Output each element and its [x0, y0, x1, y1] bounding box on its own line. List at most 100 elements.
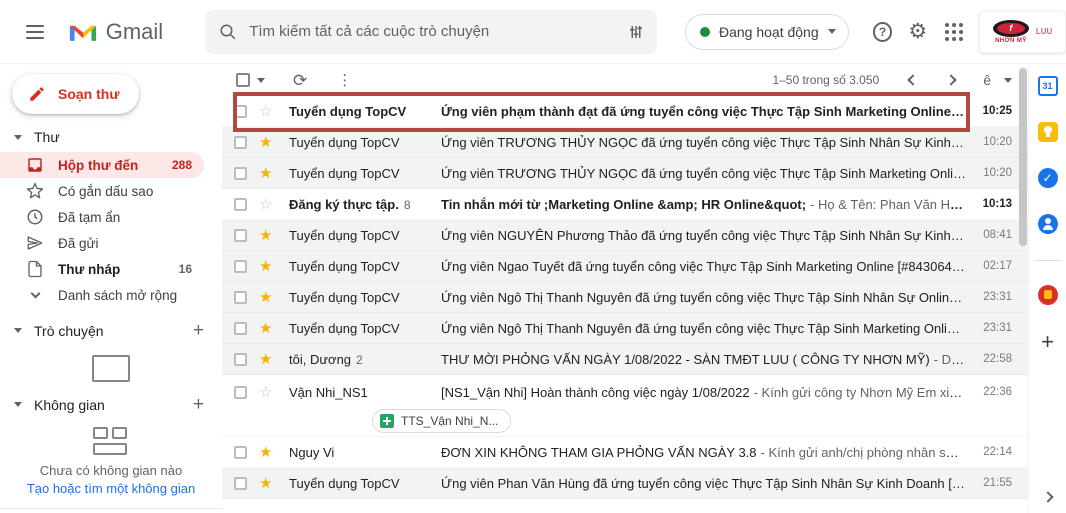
row-checkbox[interactable] [234, 104, 247, 118]
row-checkbox[interactable] [234, 135, 247, 149]
email-row[interactable]: ★ Tuyển dụng TopCV Ứng viên Ngô Thị Than… [222, 282, 1028, 313]
star-icon[interactable]: ★ [259, 290, 277, 305]
email-sender: Tuyển dụng TopCV [289, 475, 400, 491]
email-row[interactable]: ★ Tuyển dụng TopCV Ứng viên TRƯƠNG THỦY … [222, 158, 1028, 189]
sidebar-section-spaces[interactable]: Không gian + [0, 382, 222, 421]
email-row[interactable]: ★ Nguy Vi ĐƠN XIN KHÔNG THAM GIA PHỎNG V… [222, 437, 1028, 468]
older-page-icon[interactable] [945, 74, 957, 86]
sidebar-item-label: Danh sách mở rộng [58, 287, 178, 303]
select-dropdown-caret-icon[interactable] [257, 77, 265, 83]
sidebar-section-chat[interactable]: Trò chuyện + [0, 308, 222, 347]
email-row[interactable]: ★ Tuyển dụng TopCV Ứng viên NGUYÊN Phươn… [222, 220, 1028, 251]
google-apps-grid-icon[interactable] [945, 22, 964, 41]
select-all-checkbox[interactable] [236, 73, 250, 87]
collapse-panel-chevron-icon[interactable] [1041, 491, 1054, 503]
row-checkbox[interactable] [234, 385, 247, 399]
sidebar-section-meet[interactable]: Họp [0, 509, 222, 513]
star-icon[interactable]: ★ [259, 321, 277, 336]
sidebar-item-label: Đã tạm ẩn [58, 209, 121, 225]
star-icon[interactable]: ☆ [259, 104, 277, 119]
sidebar-item-label: Đã gửi [58, 235, 99, 251]
row-checkbox[interactable] [234, 290, 247, 304]
more-options-icon[interactable]: ⋮ [337, 73, 352, 88]
contacts-icon[interactable] [1037, 214, 1058, 234]
search-input[interactable] [249, 23, 627, 40]
row-checkbox[interactable] [234, 445, 247, 459]
row-checkbox[interactable] [234, 197, 247, 211]
compose-button[interactable]: Soạn thư [12, 74, 140, 114]
sidebar-item-inbox[interactable]: Hộp thư đến 288 [0, 152, 204, 178]
status-label: Đang hoạt động [718, 23, 819, 40]
row-checkbox[interactable] [234, 166, 247, 180]
pagination-label: 1–50 trong số 3.050 [772, 73, 880, 87]
sidebar-item-sent[interactable]: Đã gửi [0, 230, 204, 256]
star-icon[interactable]: ★ [259, 476, 277, 491]
get-addons-plus-icon[interactable]: + [1041, 331, 1054, 353]
sidebar-section-mail[interactable]: Thư [0, 116, 222, 152]
sidebar-item-snoozed[interactable]: Đã tạm ẩn [0, 204, 204, 230]
sidebar-item-drafts[interactable]: Thư nháp 16 [0, 256, 204, 282]
email-row[interactable]: ★ Tuyển dụng TopCV Ứng viên Ngô Thị Than… [222, 313, 1028, 344]
add-chat-icon[interactable]: + [193, 321, 204, 340]
hamburger-menu-icon[interactable] [26, 24, 44, 39]
panel-divider [1035, 260, 1060, 261]
row-checkbox[interactable] [234, 321, 247, 335]
row-checkbox[interactable] [234, 352, 247, 366]
star-outline-icon [26, 182, 44, 200]
settings-gear-icon[interactable]: ⚙ [908, 21, 927, 42]
star-icon[interactable]: ☆ [259, 197, 277, 212]
addon-icon[interactable] [1037, 285, 1058, 305]
draft-file-icon [26, 260, 44, 278]
email-row[interactable]: ★ tôi, Dương 2 THƯ MỜI PHỎNG VẤN NGÀY 1/0… [222, 344, 1028, 375]
email-time: 22:14 [983, 446, 1012, 458]
search-filter-icon[interactable] [627, 23, 645, 41]
attachment-chip[interactable]: TTS_Vận Nhi_N... [372, 409, 512, 433]
plus-glyph: + [1041, 329, 1054, 354]
email-subject: Ứng viên Ngao Tuyết đã ứng tuyển công vi… [441, 258, 963, 274]
refresh-icon[interactable]: ⟳ [293, 72, 307, 89]
list-toolbar: ⟳ ⋮ 1–50 trong số 3.050 ê [222, 64, 1028, 96]
row-checkbox[interactable] [234, 476, 247, 490]
email-sender: Đăng ký thực tập. 8 [289, 196, 411, 212]
star-icon[interactable]: ★ [259, 352, 277, 367]
email-row[interactable]: ★ Tuyển dụng TopCV Ứng viên TRƯƠNG THỦY … [222, 127, 1028, 158]
star-icon[interactable]: ★ [259, 445, 277, 460]
search-icon [220, 24, 236, 39]
help-icon[interactable]: ? [872, 21, 893, 42]
spaces-empty-text: Chưa có không gian nào [39, 463, 183, 478]
status-dropdown[interactable]: Đang hoạt động [684, 13, 849, 50]
email-row[interactable]: ☆ Vận Nhi_NS1 [NS1_Vận Nhi] Hoàn thành c… [222, 375, 1028, 437]
gmail-logo[interactable]: Gmail [68, 19, 163, 45]
calendar-icon[interactable]: 31 [1037, 76, 1058, 96]
add-space-icon[interactable]: + [193, 395, 204, 414]
email-subject: Ứng viên Ngô Thị Thanh Nguyên đã ứng tuy… [441, 289, 966, 305]
keep-icon[interactable] [1037, 122, 1058, 142]
email-row[interactable]: ★ Tuyển dụng TopCV Ứng viên Phan Văn Hùn… [222, 468, 1028, 499]
star-icon[interactable]: ★ [259, 228, 277, 243]
sidebar-item-starred[interactable]: Có gắn dấu sao [0, 178, 204, 204]
email-sender: Tuyển dụng TopCV [289, 227, 400, 243]
star-icon[interactable]: ☆ [259, 385, 277, 400]
search-bar[interactable] [205, 9, 657, 54]
list-scrollbar[interactable] [1019, 68, 1027, 246]
row-checkbox[interactable] [234, 228, 247, 242]
row-checkbox[interactable] [234, 259, 247, 273]
star-icon[interactable]: ★ [259, 166, 277, 181]
star-icon[interactable]: ★ [259, 135, 277, 150]
tasks-check-glyph: ✓ [1042, 171, 1053, 185]
create-space-link[interactable]: Tạo hoặc tìm một không gian [0, 481, 222, 496]
section-label: Trò chuyện [34, 322, 104, 339]
logo-monogram: f [996, 22, 1025, 34]
input-tools-dropdown[interactable]: ê [983, 72, 1012, 88]
email-time: 23:31 [983, 291, 1012, 303]
email-sender: Tuyển dụng TopCV [289, 134, 400, 150]
tasks-icon[interactable]: ✓ [1037, 168, 1058, 188]
account-avatar[interactable]: f NHƠN MỸ LUU [979, 10, 1066, 53]
email-row[interactable]: ☆ Đăng ký thực tập. 8 Tin nhắn mới từ ;Ma… [222, 189, 1028, 220]
chevron-down-icon [26, 288, 44, 299]
star-icon[interactable]: ★ [259, 259, 277, 274]
email-row[interactable]: ☆ Tuyển dụng TopCV Ứng viên phạm thành đ… [222, 96, 1028, 127]
sidebar-item-more[interactable]: Danh sách mở rộng [0, 282, 204, 308]
newer-page-icon[interactable] [907, 74, 919, 86]
email-row[interactable]: ★ Tuyển dụng TopCV Ứng viên Ngao Tuyết đ… [222, 251, 1028, 282]
